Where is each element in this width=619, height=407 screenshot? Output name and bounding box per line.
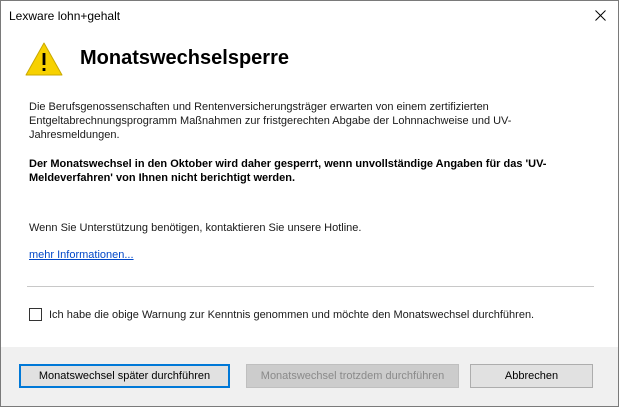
proceed-anyway-button[interactable]: Monatswechsel trotzdem durchführen	[246, 364, 459, 388]
dialog-window: Lexware lohn+gehalt Monatswechselsperre …	[0, 0, 619, 407]
close-button[interactable]	[588, 4, 612, 26]
button-bar: Monatswechsel später durchführen Monatsw…	[1, 347, 618, 406]
window-title: Lexware lohn+gehalt	[9, 9, 121, 23]
divider	[27, 286, 594, 287]
title-bar: Lexware lohn+gehalt	[1, 1, 618, 31]
dialog-heading: Monatswechselsperre	[80, 47, 289, 69]
close-icon	[594, 9, 606, 21]
lock-notice: Der Monatswechsel in den Oktober wird da…	[29, 158, 547, 184]
cancel-button[interactable]: Abbrechen	[470, 364, 593, 388]
warning-icon	[25, 42, 63, 76]
acknowledge-checkbox[interactable]	[29, 308, 42, 321]
later-button[interactable]: Monatswechsel später durchführen	[19, 364, 230, 388]
support-text: Wenn Sie Unterstützung benötigen, kontak…	[29, 222, 362, 234]
more-info-link[interactable]: mehr Informationen...	[29, 248, 134, 262]
acknowledge-checkbox-label: Ich habe die obige Warnung zur Kenntnis …	[49, 308, 535, 321]
acknowledge-checkbox-row[interactable]: Ich habe die obige Warnung zur Kenntnis …	[29, 308, 534, 321]
info-paragraph: Die Berufsgenossenschaften und Rentenver…	[29, 101, 512, 141]
